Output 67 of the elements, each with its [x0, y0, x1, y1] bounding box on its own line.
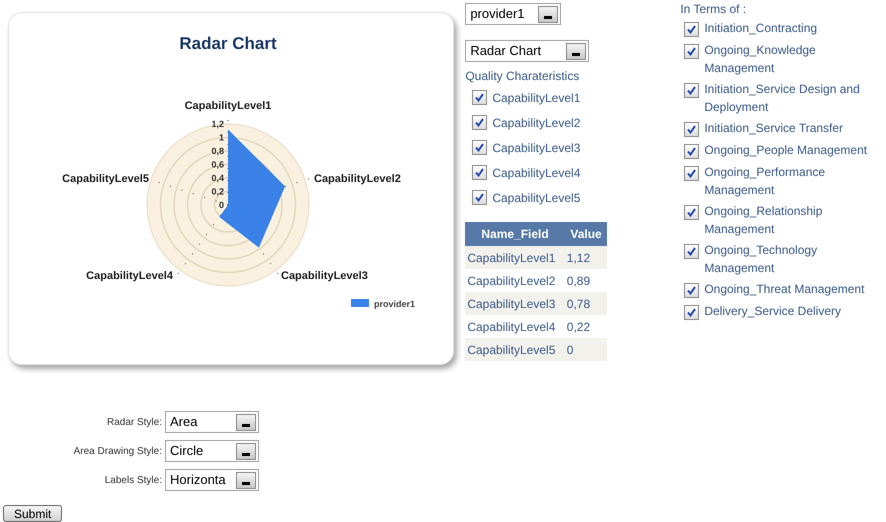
table-cell: 0,22 — [564, 315, 608, 338]
checkbox[interactable] — [684, 44, 700, 59]
checkbox-label: CapabilityLevel1 — [492, 90, 580, 106]
checkbox-label: Ongoing_Knowledge Management — [704, 42, 817, 77]
axis-tick-label: 0,8 — [211, 146, 224, 156]
checkbox[interactable] — [472, 190, 488, 205]
checkbox[interactable] — [684, 83, 700, 98]
axis-tick-label: 1,2 — [211, 119, 224, 129]
axis-tick-label: 1 — [218, 132, 224, 142]
checkbox[interactable] — [684, 244, 700, 259]
dropdown-select[interactable]: Circle — [165, 440, 259, 462]
axis-tick-label: 0,6 — [211, 160, 224, 170]
column-header: Value — [564, 222, 608, 246]
checkbox-label: Ongoing_Threat Management — [704, 281, 864, 298]
field-label: Radar Style: — [106, 416, 163, 430]
chart-title: Radar Chart — [179, 34, 277, 53]
table-cell: CapabilityLevel4 — [465, 315, 565, 338]
section-title: Quality Charateristics — [465, 68, 580, 85]
checkbox[interactable] — [684, 166, 700, 181]
checkbox-label: Initiation_Service Design and Deployment — [704, 81, 861, 116]
axis-tick-label: 0,4 — [211, 173, 224, 183]
dropdown-select[interactable]: provider1 — [465, 3, 562, 25]
axis-label: CapabilityLevel1 — [184, 100, 272, 112]
axis-label: CapabilityLevel5 — [62, 173, 149, 185]
dropdown-select[interactable]: Horizonta — [165, 469, 259, 491]
column-header: Name_Field — [465, 222, 565, 246]
dropdown-select[interactable]: Radar Chart — [465, 40, 590, 62]
checkbox-label: Ongoing_People Management — [704, 142, 868, 159]
axis-label: CapabilityLevel4 — [86, 270, 173, 282]
checkbox-label: Ongoing_Technology Management — [704, 242, 818, 277]
checkbox-label: CapabilityLevel5 — [492, 190, 580, 206]
submit-button[interactable]: Submit — [3, 505, 62, 522]
checkbox-label: Initiation_Service Transfer — [704, 120, 844, 137]
checkbox[interactable] — [684, 144, 700, 159]
checkbox-label: Ongoing_Relationship Management — [704, 203, 824, 238]
checkbox[interactable] — [472, 140, 488, 155]
dropdown-select[interactable]: Area — [165, 411, 259, 433]
table-cell: 0,78 — [564, 292, 608, 315]
table-cell: 1,12 — [564, 246, 608, 269]
checkbox[interactable] — [472, 90, 488, 105]
checkbox[interactable] — [472, 115, 488, 130]
axis-label: CapabilityLevel2 — [314, 173, 401, 185]
axis-label: CapabilityLevel3 — [281, 270, 368, 282]
table-cell: CapabilityLevel3 — [465, 292, 565, 315]
table-cell: CapabilityLevel5 — [465, 338, 565, 361]
checkbox-label: Ongoing_Performance Management — [704, 164, 826, 199]
field-label: Labels Style: — [104, 474, 163, 488]
checkbox-label: Initiation_Contracting — [704, 20, 818, 37]
checkbox-label: CapabilityLevel3 — [492, 140, 580, 156]
checkbox[interactable] — [684, 205, 700, 220]
table-cell: CapabilityLevel1 — [465, 246, 565, 269]
checkbox[interactable] — [684, 283, 700, 298]
checkbox-label: CapabilityLevel2 — [492, 114, 580, 132]
checkbox[interactable] — [684, 122, 700, 137]
checkbox[interactable] — [472, 165, 488, 180]
axis-tick-label: 0,2 — [211, 186, 224, 196]
checkbox-label: CapabilityLevel4 — [492, 164, 580, 182]
legend-label: provider1 — [374, 299, 416, 309]
axis-tick-label: 0 — [218, 200, 224, 210]
table-cell: 0 — [564, 338, 608, 361]
checkbox[interactable] — [684, 305, 700, 320]
checkbox[interactable] — [684, 22, 700, 37]
checkbox-label: Delivery_Service Delivery — [704, 303, 842, 320]
table-cell: 0,89 — [564, 269, 608, 292]
table-cell: CapabilityLevel2 — [465, 269, 565, 292]
section-title: In Terms of : — [680, 1, 748, 18]
field-label: Area Drawing Style: — [72, 444, 163, 458]
